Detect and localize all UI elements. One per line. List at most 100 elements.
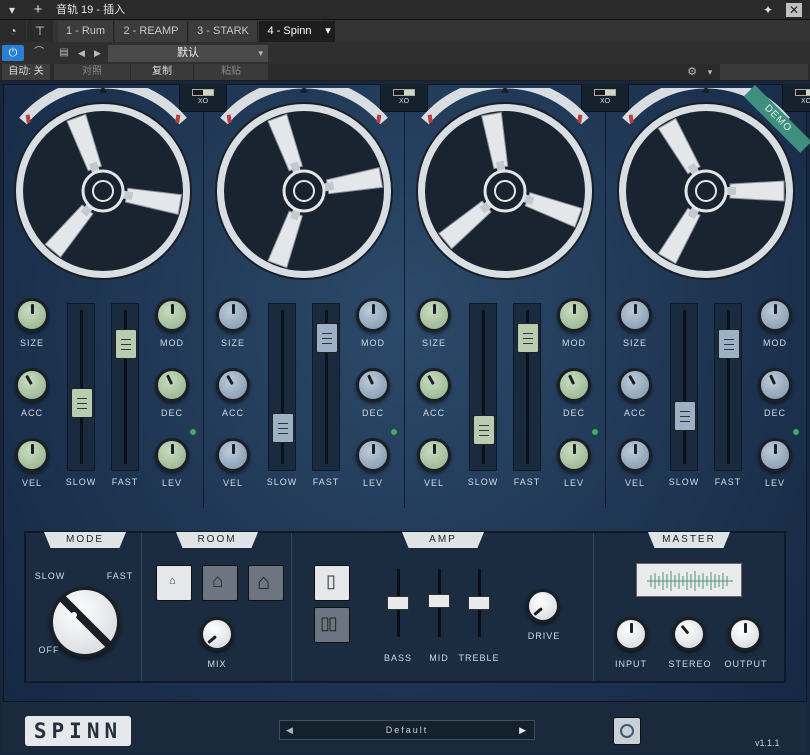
- drive-knob[interactable]: [526, 589, 560, 623]
- tab-menu-chevron-icon[interactable]: ▾: [321, 21, 335, 42]
- vel-knob[interactable]: [15, 438, 49, 472]
- acc-knob[interactable]: [618, 368, 652, 402]
- mod-knob[interactable]: [356, 298, 390, 332]
- knob-indicator: [572, 444, 576, 454]
- fast-fader-cap[interactable]: [316, 322, 338, 353]
- size-knob[interactable]: [618, 298, 652, 332]
- fast-fader-cap[interactable]: [517, 322, 539, 353]
- close-icon[interactable]: ✕: [786, 3, 802, 17]
- mod-knob[interactable]: [758, 298, 792, 332]
- routing-icon[interactable]: ⊤: [27, 20, 53, 42]
- tab-spinn[interactable]: 4 - Spinn: [259, 21, 321, 42]
- fast-label: FAST: [513, 477, 541, 487]
- dec-knob[interactable]: [557, 368, 591, 402]
- size-knob[interactable]: [216, 298, 250, 332]
- vel-knob[interactable]: [216, 438, 250, 472]
- pin-icon[interactable]: ✦: [760, 0, 776, 20]
- bass-slider[interactable]: [387, 596, 409, 610]
- slow-fader-cap[interactable]: [71, 388, 93, 419]
- stereo-label: STEREO: [668, 659, 712, 669]
- treble-slider[interactable]: [468, 596, 490, 610]
- spinn-logo: SPINN: [25, 716, 131, 746]
- knob-indicator: [627, 374, 636, 386]
- input-knob[interactable]: [614, 617, 648, 651]
- slow-fader-cap[interactable]: [473, 414, 495, 445]
- channel-strip-3: XO SIZE ACC VEL MOD DEC LEV SLOW FAST: [405, 84, 629, 508]
- host-preset-selector[interactable]: 默认 ▾: [108, 45, 268, 62]
- tab-reamp[interactable]: 2 - REAMP: [115, 21, 188, 42]
- fast-fader[interactable]: [111, 303, 139, 471]
- size-knob[interactable]: [15, 298, 49, 332]
- amp-section: AMP ▯ ▯▯ BASS MID TREBLE DRIVE: [292, 532, 594, 681]
- vel-knob[interactable]: [417, 438, 451, 472]
- auto-off-button[interactable]: 自动: 关: [2, 64, 50, 80]
- add-icon[interactable]: +: [30, 0, 46, 20]
- room-title: ROOM: [176, 532, 258, 548]
- global-controls-panel: MODE SLOW FAST OFF ROOM ⌂ ⌂ ⌂ MIX AMP ▯ …: [24, 531, 786, 683]
- tube-single-button[interactable]: ▯: [314, 565, 350, 601]
- room-large-button[interactable]: ⌂: [248, 565, 284, 601]
- chevron-down-icon: ▾: [258, 48, 263, 58]
- fast-fader[interactable]: [513, 303, 541, 471]
- tab-rum[interactable]: 1 - Rum: [58, 21, 114, 42]
- prev-preset-icon[interactable]: ◀: [78, 45, 88, 61]
- dec-knob[interactable]: [356, 368, 390, 402]
- settings-chevron-icon[interactable]: ▾: [703, 64, 717, 80]
- bypass-icon[interactable]: ◔: [0, 20, 26, 42]
- slow-fader-cap[interactable]: [272, 413, 294, 444]
- slow-fader[interactable]: [469, 303, 497, 471]
- amp-title: AMP: [402, 532, 484, 548]
- vel-knob[interactable]: [618, 438, 652, 472]
- paste-button[interactable]: 粘贴: [194, 64, 268, 80]
- mid-slider[interactable]: [428, 594, 450, 608]
- tube-dual-button[interactable]: ▯▯: [314, 607, 350, 643]
- tab-stark[interactable]: 3 - STARK: [189, 21, 258, 42]
- slow-fader-cap[interactable]: [674, 400, 696, 431]
- lev-knob[interactable]: [356, 438, 390, 472]
- lev-knob[interactable]: [155, 438, 189, 472]
- power-icon[interactable]: ⏻: [2, 45, 24, 61]
- preset-prev-icon[interactable]: ◀: [286, 721, 295, 739]
- copy-button[interactable]: 复制: [131, 64, 193, 80]
- preset-browser-icon[interactable]: ▤: [54, 45, 74, 61]
- slow-label: SLOW: [668, 477, 700, 487]
- lev-knob[interactable]: [758, 438, 792, 472]
- lev-knob[interactable]: [557, 438, 591, 472]
- channel-strip-1: XO SIZE ACC VEL MOD DEC LEV SLOW FAST: [3, 84, 227, 508]
- preset-selector[interactable]: ◀ Default ▶: [279, 720, 535, 740]
- options-button[interactable]: [613, 717, 641, 745]
- size-knob[interactable]: [417, 298, 451, 332]
- fast-fader[interactable]: [312, 303, 340, 471]
- stereo-knob[interactable]: [672, 617, 706, 651]
- automation-icon[interactable]: ⌒: [28, 45, 50, 61]
- sync-icon: [620, 724, 634, 738]
- acc-knob[interactable]: [417, 368, 451, 402]
- dec-knob[interactable]: [758, 368, 792, 402]
- output-knob[interactable]: [728, 617, 762, 651]
- version-label: v1.1.1: [755, 738, 780, 748]
- acc-knob[interactable]: [216, 368, 250, 402]
- compare-button[interactable]: 对照: [54, 64, 130, 80]
- preset-next-icon[interactable]: ▶: [519, 721, 528, 739]
- fast-fader-cap[interactable]: [115, 328, 137, 359]
- knob-indicator: [768, 374, 776, 385]
- dual-tube-icon: ▯▯: [320, 613, 338, 633]
- fast-fader-cap[interactable]: [718, 328, 740, 359]
- mod-knob[interactable]: [155, 298, 189, 332]
- settings-gear-icon[interactable]: ⚙: [684, 64, 700, 80]
- mix-knob[interactable]: [200, 617, 234, 651]
- slow-fader[interactable]: [268, 303, 296, 471]
- vel-label: VEL: [21, 478, 42, 488]
- dec-knob[interactable]: [155, 368, 189, 402]
- next-preset-icon[interactable]: ▶: [94, 45, 104, 61]
- menu-dropdown-icon[interactable]: ▾: [4, 0, 20, 20]
- mod-knob[interactable]: [557, 298, 591, 332]
- mode-selector-knob[interactable]: [50, 587, 120, 657]
- acc-label: ACC: [20, 408, 43, 418]
- acc-knob[interactable]: [15, 368, 49, 402]
- slow-fader[interactable]: [670, 303, 698, 471]
- room-medium-button[interactable]: ⌂: [202, 565, 238, 601]
- slow-fader[interactable]: [67, 303, 95, 471]
- room-small-button[interactable]: ⌂: [156, 565, 192, 601]
- fast-fader[interactable]: [714, 303, 742, 471]
